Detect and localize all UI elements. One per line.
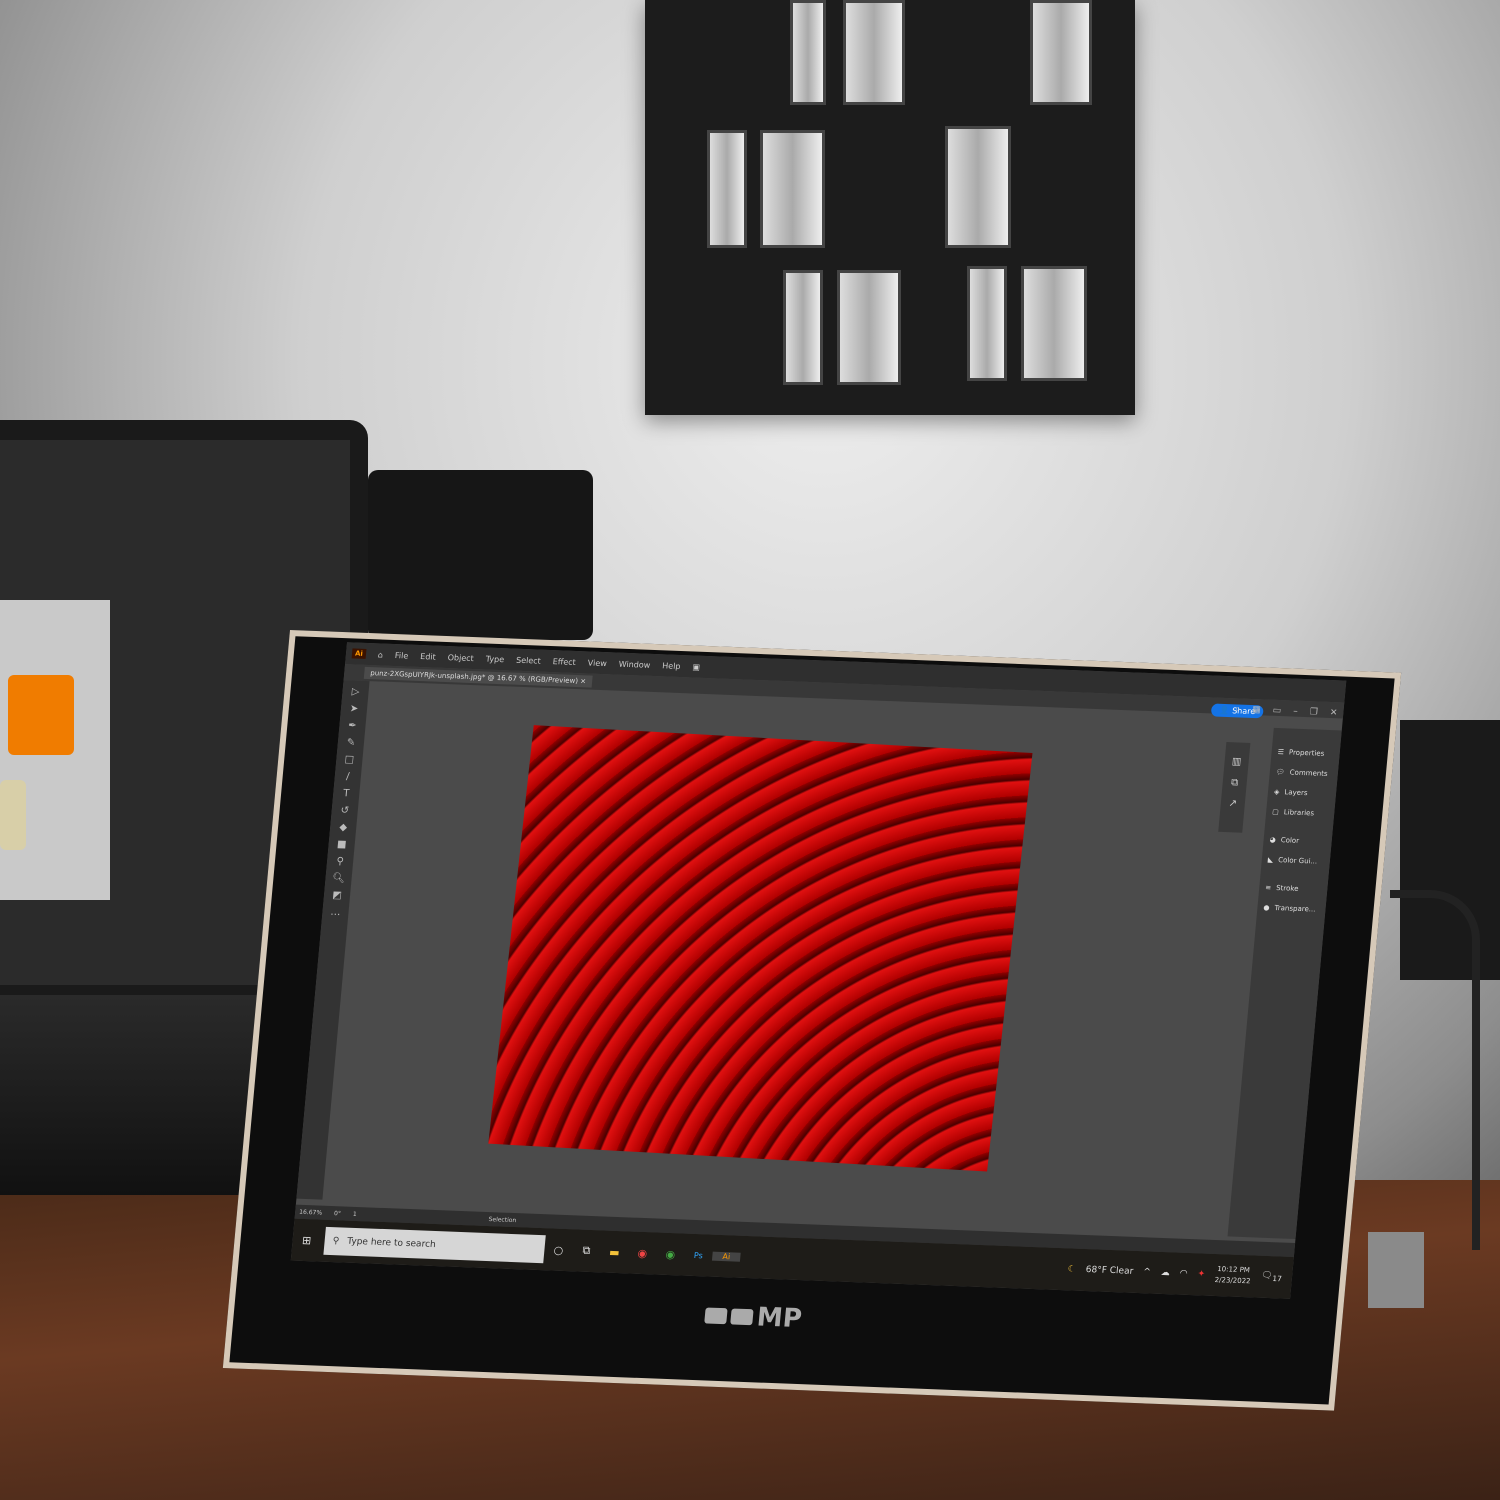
file-explorer-icon[interactable]: ▬: [600, 1245, 629, 1259]
direct-selection-tool-icon[interactable]: ➤: [349, 703, 358, 714]
properties-icon: ☰: [1277, 748, 1285, 757]
cable-plug: [1368, 1232, 1424, 1308]
wall-art-frame: [645, 0, 1135, 415]
color-icon: ◕: [1269, 835, 1277, 844]
panel-icon[interactable]: ▭: [1272, 706, 1281, 716]
menu-effect[interactable]: Effect: [552, 657, 576, 667]
search-icon[interactable]: ⌕: [1235, 704, 1241, 714]
close-tab-icon[interactable]: ×: [580, 677, 587, 685]
panel-color[interactable]: ◕ Color: [1263, 830, 1333, 853]
close-icon[interactable]: ✕: [1329, 708, 1337, 718]
menu-file[interactable]: File: [395, 651, 409, 660]
layers-icon: ◈: [1273, 787, 1280, 797]
menu-help[interactable]: Help: [662, 661, 681, 671]
selection-tool-icon[interactable]: ▷: [351, 686, 360, 697]
portable-monitor: Ai ⌂ File Edit Object Type Select Effect…: [222, 630, 1402, 1411]
comments-icon: 💬︎: [1275, 767, 1286, 777]
red-artwork[interactable]: [488, 725, 1033, 1172]
menu-type[interactable]: Type: [485, 654, 504, 664]
usb-cable: [1390, 890, 1480, 1250]
pencil-tool-icon[interactable]: ✎: [346, 737, 355, 748]
restore-icon[interactable]: ❐: [1309, 707, 1318, 717]
moon-icon: ☾: [1067, 1264, 1077, 1275]
gradient-tool-icon[interactable]: ■: [336, 839, 346, 850]
rotate-tool-icon[interactable]: ↺: [340, 805, 349, 816]
eyedropper-tool-icon[interactable]: ⚲: [336, 856, 344, 867]
cortana-icon[interactable]: ○: [544, 1243, 573, 1257]
panel-comments[interactable]: 💬︎ Comments: [1269, 762, 1339, 785]
background-monitor: [368, 470, 593, 640]
search-icon: ⚲: [332, 1236, 340, 1247]
clock[interactable]: 10:12 PM 2/23/2022: [1214, 1264, 1252, 1287]
more-tools-icon[interactable]: …: [330, 907, 341, 918]
pathfinder-icon[interactable]: ⧉: [1231, 777, 1239, 788]
system-tray: ☾ 68°F Clear ^ ☁ ◠ ✦ 10:12 PM 2/23/2022 🗨…: [1067, 1258, 1293, 1289]
notifications-icon[interactable]: 🗨︎17: [1260, 1271, 1283, 1284]
app-logo: Ai: [351, 648, 367, 659]
panel-properties[interactable]: ☰ Properties: [1271, 742, 1341, 765]
chrome-icon[interactable]: ◉: [628, 1246, 657, 1260]
weather[interactable]: 68°F Clear: [1085, 1265, 1133, 1277]
taskbar-search[interactable]: ⚲ Type here to search: [323, 1226, 546, 1264]
share-user-icon: 👤: [1219, 705, 1233, 716]
panel-layers[interactable]: ◈ Layers: [1267, 782, 1337, 805]
color-guide-icon: ◣: [1267, 855, 1274, 864]
type-tool-icon[interactable]: T: [343, 788, 350, 799]
pen-tool-icon[interactable]: ✒: [348, 720, 357, 731]
gradient-panel-icon[interactable]: ▥: [1231, 756, 1241, 767]
menu-object[interactable]: Object: [447, 653, 474, 663]
panel-color-guide[interactable]: ◣ Color Gui...: [1261, 850, 1331, 873]
toolbar: ▷ ➤ ✒ ✎ □ / T ↺ ◆ ■ ⚲ 🔍︎ ◩ …: [296, 680, 370, 1200]
menu-view[interactable]: View: [587, 658, 607, 668]
eraser-tool-icon[interactable]: ◆: [339, 822, 348, 833]
illustrator-icon[interactable]: Ai: [711, 1251, 741, 1262]
export-icon[interactable]: ↗: [1228, 798, 1237, 809]
mini-panel: ▥ ⧉ ↗: [1218, 742, 1251, 833]
rotation-value[interactable]: 0°: [334, 1210, 341, 1217]
photoshop-icon[interactable]: Ps: [684, 1250, 713, 1260]
brand-logo: MP: [704, 1300, 803, 1334]
artboard-number[interactable]: 1: [353, 1210, 357, 1217]
workspace-icon[interactable]: ▦: [1252, 705, 1261, 715]
brush-tool-icon[interactable]: /: [346, 771, 350, 782]
zoom-level[interactable]: 16.67%: [299, 1208, 323, 1216]
illustrator-window: Ai ⌂ File Edit Object Type Select Effect…: [290, 642, 1347, 1299]
panel-transparency[interactable]: ● Transpare...: [1257, 897, 1327, 920]
panel-libraries[interactable]: ▢ Libraries: [1265, 802, 1335, 825]
zoom-tool-icon[interactable]: 🔍︎: [332, 873, 346, 884]
menu-edit[interactable]: Edit: [420, 652, 436, 662]
rectangle-tool-icon[interactable]: □: [344, 754, 354, 765]
home-icon[interactable]: ⌂: [377, 650, 383, 659]
fill-stroke-icon[interactable]: ◩: [332, 890, 342, 901]
transparency-icon: ●: [1263, 903, 1270, 912]
arrange-documents-icon[interactable]: ▣: [692, 662, 700, 671]
minimize-icon[interactable]: –: [1293, 707, 1298, 717]
chevron-up-icon[interactable]: ^: [1143, 1267, 1151, 1277]
libraries-icon: ▢: [1271, 807, 1280, 817]
stroke-icon: ≡: [1264, 883, 1272, 892]
onedrive-icon[interactable]: ☁: [1160, 1268, 1170, 1278]
panel-stroke[interactable]: ≡ Stroke: [1258, 877, 1328, 900]
wifi-icon[interactable]: ◠: [1179, 1269, 1188, 1279]
menu-window[interactable]: Window: [618, 659, 650, 669]
task-view-icon[interactable]: ⧉: [572, 1243, 601, 1258]
current-tool: Selection: [488, 1215, 517, 1224]
chrome-icon[interactable]: ◉: [656, 1247, 685, 1261]
windows-start-icon[interactable]: ⊞: [292, 1233, 321, 1247]
menu-select[interactable]: Select: [516, 655, 541, 665]
dropbox-icon[interactable]: ✦: [1197, 1269, 1205, 1279]
